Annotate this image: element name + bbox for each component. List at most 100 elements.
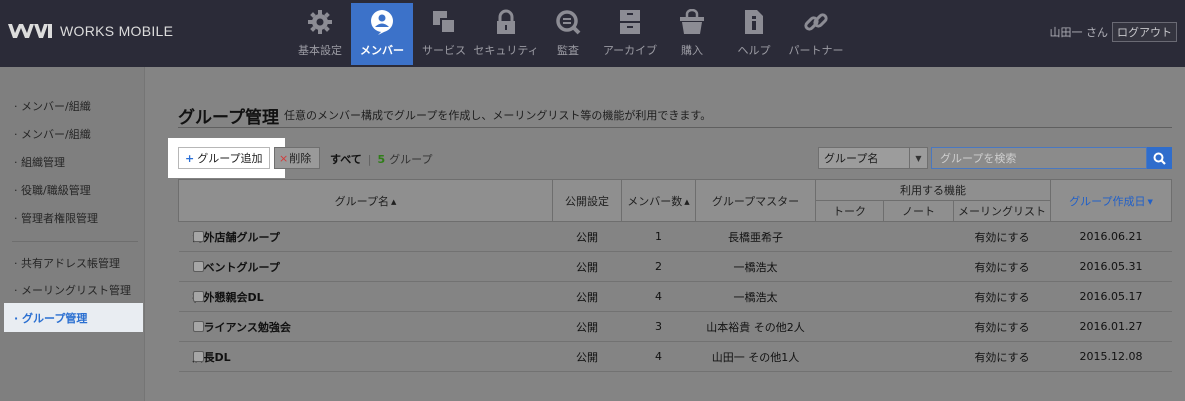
- sort-up-icon: ▲: [390, 197, 397, 206]
- visibility: 公開: [552, 281, 622, 312]
- column-header-members[interactable]: メンバー数 ▲: [621, 179, 696, 222]
- column-header-features: 利用する機能: [815, 179, 1051, 201]
- group-name[interactable]: イベントグループ: [193, 261, 280, 274]
- column-header-mailing: メーリングリスト: [953, 200, 1051, 222]
- sidebar: · メンバー/組織 · メンバー/組織 · 組織管理 · 役職/職級管理 · 管…: [0, 67, 145, 401]
- member-count: 4: [621, 341, 696, 372]
- search-icon: [1153, 152, 1166, 165]
- sidebar-item-admin-permissions[interactable]: · 管理者権限管理: [4, 203, 143, 232]
- group-name[interactable]: アライアンス勉強会: [193, 321, 291, 334]
- column-header-group-name[interactable]: グループ名 ▲: [178, 179, 553, 222]
- column-header-note: ノート: [883, 200, 954, 222]
- nav-service[interactable]: サービス: [413, 3, 475, 65]
- sidebar-item-members-org[interactable]: · メンバー/組織: [4, 91, 143, 120]
- search-button[interactable]: [1147, 147, 1172, 169]
- audit-icon: [554, 8, 582, 36]
- created-date: 2016.01.27: [1050, 311, 1172, 342]
- note-cell: [883, 251, 954, 282]
- sort-down-icon: ▼: [1147, 197, 1153, 206]
- sidebar-item-mailing-list[interactable]: · メーリングリスト管理: [4, 275, 143, 304]
- link-icon: [802, 8, 830, 36]
- table-row[interactable]: 海外店舗グループ 公開 1 長橋亜希子 有効にする 2016.06.21: [178, 221, 1172, 252]
- nav-security[interactable]: セキュリティ: [473, 3, 539, 65]
- search-input[interactable]: [931, 147, 1147, 169]
- page-title: グループ管理: [178, 108, 279, 128]
- lock-icon: [492, 8, 520, 36]
- note-cell: [883, 341, 954, 372]
- sort-up-icon: ▲: [684, 197, 690, 206]
- group-count: すべて | 5 グループ: [330, 151, 433, 167]
- main-nav: 基本設定 メンバー サービス セキュリティ 監査 アーカイブ 購入 ヘルプ パー…: [289, 3, 847, 65]
- delete-button[interactable]: × 削除: [274, 147, 320, 169]
- row-checkbox[interactable]: [192, 291, 204, 302]
- basket-icon: [678, 8, 706, 36]
- nav-archive[interactable]: アーカイブ: [599, 3, 661, 65]
- user-area: 山田一 さん ログアウト: [1050, 22, 1177, 42]
- member-count: 1: [621, 221, 696, 252]
- gear-icon: [306, 8, 334, 36]
- works-mobile-logo-icon: [8, 24, 52, 38]
- mailing-status: 有効にする: [953, 251, 1051, 282]
- group-master: 一橋浩太: [695, 281, 816, 312]
- row-checkbox[interactable]: [192, 351, 204, 362]
- talk-cell: [815, 221, 884, 252]
- talk-cell: [815, 251, 884, 282]
- group-count-unit: グループ: [389, 153, 433, 166]
- group-master: 長橋亜希子: [695, 221, 816, 252]
- nav-purchase[interactable]: 購入: [661, 3, 723, 65]
- note-cell: [883, 221, 954, 252]
- created-date: 2016.06.21: [1050, 221, 1172, 252]
- group-master: 一橋浩太: [695, 251, 816, 282]
- title-divider: [178, 127, 1172, 128]
- mailing-status: 有効にする: [953, 221, 1051, 252]
- column-header-created-date[interactable]: グループ作成日 ▼: [1050, 179, 1172, 222]
- group-name[interactable]: 海外店舗グループ: [193, 231, 280, 244]
- row-checkbox[interactable]: [192, 231, 204, 242]
- sidebar-item-group-management[interactable]: · グループ管理: [4, 303, 143, 332]
- group-master: 山本裕貴 その他2人: [695, 311, 816, 342]
- archive-icon: [616, 8, 644, 36]
- user-name[interactable]: 山田一 さん: [1050, 24, 1109, 40]
- column-header-talk: トーク: [815, 200, 884, 222]
- group-table: グループ名 ▲ 公開設定 メンバー数 ▲ グループマスター 利用する機能 グループ作…: [178, 179, 1172, 372]
- visibility: 公開: [552, 221, 622, 252]
- logout-button[interactable]: ログアウト: [1112, 22, 1177, 42]
- mailing-status: 有効にする: [953, 341, 1051, 372]
- note-cell: [883, 311, 954, 342]
- table-row[interactable]: 店長DL 公開 4 山田一 その他1人 有効にする 2015.12.08: [178, 341, 1172, 372]
- logo[interactable]: WORKS MOBILE: [8, 22, 173, 40]
- nav-member[interactable]: メンバー: [351, 3, 413, 65]
- table-row[interactable]: 社外懇親会DL 公開 4 一橋浩太 有効にする 2016.05.17: [178, 281, 1172, 312]
- created-date: 2015.12.08: [1050, 341, 1172, 372]
- column-header-visibility: 公開設定: [552, 179, 622, 222]
- visibility: 公開: [552, 311, 622, 342]
- nav-audit[interactable]: 監査: [537, 3, 599, 65]
- help-icon: [740, 8, 768, 36]
- filter-all[interactable]: すべて: [330, 151, 362, 167]
- sidebar-item-org-management[interactable]: · 組織管理: [4, 147, 143, 176]
- table-row[interactable]: アライアンス勉強会 公開 3 山本裕貴 その他2人 有効にする 2016.01.…: [178, 311, 1172, 342]
- row-checkbox[interactable]: [192, 261, 204, 272]
- filter-separator: |: [367, 152, 372, 166]
- service-icon: [430, 8, 458, 36]
- nav-basic-settings[interactable]: 基本設定: [289, 3, 351, 65]
- table-row[interactable]: イベントグループ 公開 2 一橋浩太 有効にする 2016.05.31: [178, 251, 1172, 282]
- sidebar-item-position-management[interactable]: · 役職/職級管理: [4, 175, 143, 204]
- sidebar-divider: [12, 241, 138, 242]
- close-icon: ×: [279, 151, 289, 165]
- nav-help[interactable]: ヘルプ: [723, 3, 785, 65]
- talk-cell: [815, 281, 884, 312]
- page-description: 任意のメンバー構成でグループを作成し、メーリングリスト等の機能が利用できます。: [284, 109, 712, 122]
- search-field-select[interactable]: グループ名 ▼: [818, 147, 928, 169]
- member-count: 2: [621, 251, 696, 282]
- member-icon: [368, 8, 396, 36]
- row-checkbox[interactable]: [192, 321, 204, 332]
- nav-partner[interactable]: パートナー: [785, 3, 847, 65]
- member-count: 3: [621, 311, 696, 342]
- talk-cell: [815, 311, 884, 342]
- sidebar-item-members-org-2[interactable]: · メンバー/組織: [4, 119, 143, 148]
- add-group-button[interactable]: + グループ追加: [178, 147, 270, 169]
- created-date: 2016.05.17: [1050, 281, 1172, 312]
- sidebar-item-shared-addressbook[interactable]: · 共有アドレス帳管理: [4, 248, 143, 277]
- talk-cell: [815, 341, 884, 372]
